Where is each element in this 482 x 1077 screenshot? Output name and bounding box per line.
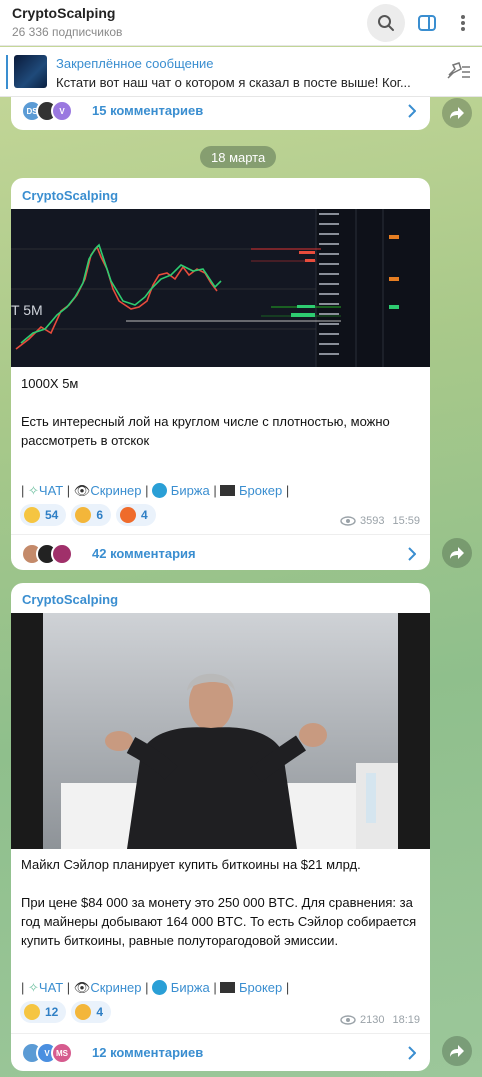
exchange-link[interactable]: Биржа <box>171 980 210 995</box>
reaction-thumbs-up[interactable]: 12 <box>20 1001 67 1023</box>
broker-link[interactable]: Брокер <box>239 483 282 498</box>
date-separator: 18 марта <box>200 146 277 168</box>
chevron-right-icon <box>408 1046 416 1060</box>
comments-link[interactable]: V MS 12 комментариев <box>11 1033 430 1071</box>
eye-icon: 👁 <box>73 483 91 498</box>
reactions-bar: 54 6 4 <box>20 504 156 526</box>
fire-icon <box>120 507 137 523</box>
comments-count: 42 комментария <box>92 546 196 561</box>
pinned-indicator <box>6 55 8 89</box>
views-eye-icon <box>340 516 356 526</box>
message-time: 18:19 <box>392 1014 420 1026</box>
message-meta: 2130 18:19 <box>340 1014 420 1026</box>
exchange-logo-icon <box>152 483 168 498</box>
chevron-right-icon <box>408 547 416 561</box>
avatar: MS <box>51 1042 73 1064</box>
chart-image[interactable]: T 5M <box>11 209 430 367</box>
reactions-bar: 12 4 <box>20 1001 112 1023</box>
chat-sparkle-icon: ✧ <box>28 483 39 498</box>
reaction-count: 54 <box>45 508 59 522</box>
exchange-logo-icon <box>152 980 168 995</box>
subscriber-count: 26 336 подписчиков <box>12 25 123 39</box>
view-count: 2130 <box>359 1014 385 1026</box>
search-icon <box>378 15 394 31</box>
broker-link[interactable]: Брокер <box>239 980 282 995</box>
message-card: CryptoScalping Майкл Сэйлор планирует ку… <box>11 583 430 1071</box>
share-button[interactable] <box>442 538 472 568</box>
reaction-thumbs-up[interactable]: 54 <box>20 504 67 526</box>
more-vertical-icon <box>461 15 465 31</box>
views-eye-icon <box>340 1015 356 1025</box>
photo[interactable] <box>11 613 430 849</box>
share-button[interactable] <box>442 1036 472 1066</box>
chat-link[interactable]: ЧАТ <box>39 980 63 995</box>
channel-title[interactable]: CryptoScalping <box>12 5 115 21</box>
message-text: 1000X 5м Есть интересный лой на круглом … <box>21 376 390 448</box>
screener-link[interactable]: Скринер <box>90 483 141 498</box>
share-button[interactable] <box>442 98 472 128</box>
message-links: | ✧ЧАТ | 👁Скринер | Биржа | Брокер | <box>21 980 290 995</box>
side-panel-button[interactable] <box>408 4 446 42</box>
view-count: 3593 <box>359 515 385 527</box>
chat-sparkle-icon: ✧ <box>28 980 39 995</box>
pinned-list-button[interactable] <box>446 61 472 84</box>
thumbs-up-icon <box>24 1004 40 1020</box>
share-arrow-icon <box>450 107 464 119</box>
screener-link[interactable]: Скринер <box>90 980 141 995</box>
trading-chart-graphic <box>11 209 430 367</box>
reaction-thinking[interactable]: 4 <box>71 1001 112 1023</box>
comments-link[interactable]: 42 комментария <box>11 534 430 570</box>
reaction-count: 6 <box>96 508 104 522</box>
thinking-face-icon <box>75 1004 92 1020</box>
reaction-count: 4 <box>141 508 148 522</box>
comments-link[interactable]: DS V 15 комментариев <box>11 92 430 130</box>
speaker-photo <box>43 613 398 849</box>
pinned-title: Закреплённое сообщение <box>56 56 214 71</box>
chat-link[interactable]: ЧАТ <box>39 483 63 498</box>
search-button[interactable] <box>367 4 405 42</box>
pin-list-icon <box>447 62 470 79</box>
channel-header: CryptoScalping 26 336 подписчиков <box>0 0 482 46</box>
reaction-fire[interactable]: 4 <box>116 504 156 526</box>
avatar: V <box>51 100 73 122</box>
message-time: 15:59 <box>392 515 420 527</box>
laptop-icon <box>220 982 236 993</box>
laptop-icon <box>220 485 236 496</box>
message-author[interactable]: CryptoScalping <box>22 188 118 203</box>
pinned-message-bar[interactable]: Закреплённое сообщение Кстати вот наш ча… <box>0 47 482 97</box>
pinned-text: Кстати вот наш чат о котором я сказал в … <box>56 75 411 90</box>
message-text: Майкл Сэйлор планирует купить биткоины н… <box>21 857 417 948</box>
eye-icon: 👁 <box>73 980 91 995</box>
thumbs-up-icon <box>24 507 40 523</box>
exchange-link[interactable]: Биржа <box>171 483 210 498</box>
message-card: CryptoScalping T 5M 1000X 5м Есть интере… <box>11 178 430 570</box>
message-links: | ✧ЧАТ | 👁Скринер | Биржа | Брокер | <box>21 483 290 498</box>
thinking-face-icon <box>75 507 92 523</box>
chevron-right-icon <box>408 104 416 118</box>
message-author[interactable]: CryptoScalping <box>22 592 118 607</box>
share-arrow-icon <box>450 547 464 559</box>
sidebar-toggle-icon <box>418 15 436 31</box>
avatar <box>51 543 73 565</box>
comments-count: 12 комментариев <box>92 1045 204 1060</box>
reaction-thinking[interactable]: 6 <box>71 504 112 526</box>
comments-count: 15 комментариев <box>92 103 204 118</box>
reaction-count: 12 <box>45 1005 59 1019</box>
pinned-thumbnail <box>14 55 47 88</box>
message-meta: 3593 15:59 <box>340 515 420 527</box>
more-button[interactable] <box>444 4 482 42</box>
reaction-count: 4 <box>96 1005 104 1019</box>
share-arrow-icon <box>450 1045 464 1057</box>
chart-timeframe-label: T 5M <box>11 302 43 318</box>
